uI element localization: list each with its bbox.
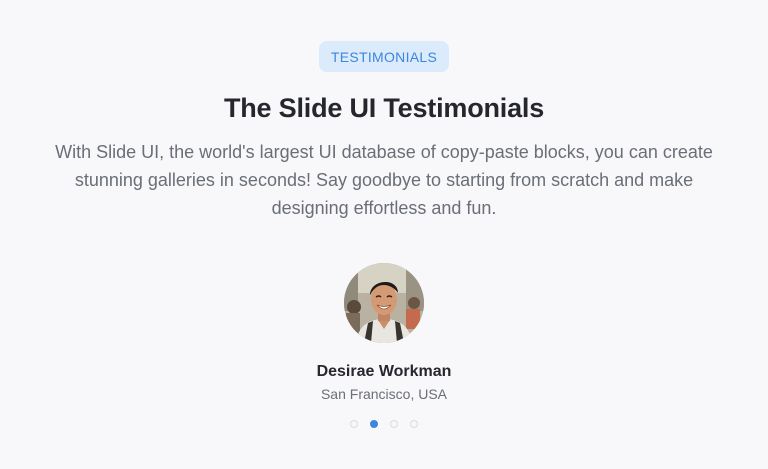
pagination-dot-1[interactable]	[350, 420, 358, 428]
pagination-dot-4[interactable]	[410, 420, 418, 428]
pagination-dot-3[interactable]	[390, 420, 398, 428]
avatar-photo	[344, 263, 424, 343]
section-title: The Slide UI Testimonials	[223, 93, 545, 123]
testimonials-section: TESTIMONIALS The Slide UI Testimonials W…	[0, 0, 768, 469]
pagination-dots	[350, 420, 418, 428]
pagination-dot-2[interactable]	[370, 420, 378, 428]
testimonial-location: San Francisco, USA	[320, 386, 448, 402]
testimonial-name: Desirae Workman	[316, 363, 452, 380]
section-description: With Slide UI, the world's largest UI da…	[55, 142, 713, 218]
section-badge: TESTIMONIALS	[318, 41, 450, 72]
avatar	[344, 263, 424, 343]
